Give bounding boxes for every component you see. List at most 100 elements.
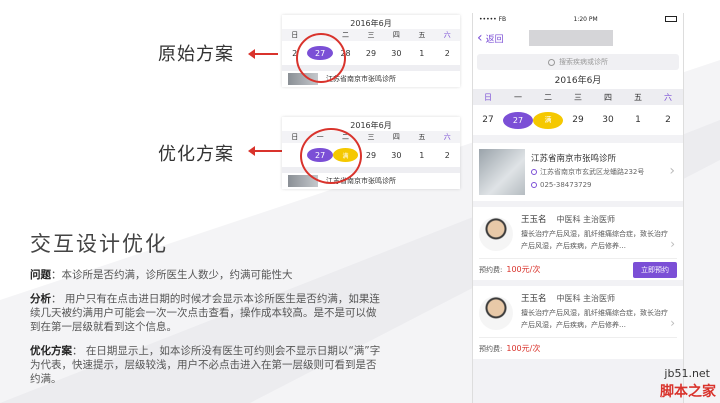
day-cell[interactable]: 1 [409, 49, 434, 58]
clinic-name: 江苏省南京市张鸣诊所 [531, 153, 617, 164]
chevron-left-icon: ‹ [477, 30, 483, 46]
original-arrow [248, 49, 278, 59]
day-cell[interactable]: 29 [358, 151, 383, 160]
phone-mockup: ••••• FB 1:20 PM ‹ 返回 搜索疾病或诊所 2016年6月 日 … [472, 13, 684, 403]
doctor-name-row: 王玉名 中医科 主治医师 [521, 213, 671, 225]
fee-value: 100元/次 [506, 265, 541, 274]
day-cell[interactable]: 30 [384, 151, 409, 160]
watermark: jb51.net 脚本之家 [660, 367, 716, 401]
weekday: 三 [574, 92, 582, 102]
solution-text: ： 在日期显示上，如本诊所没有医生可约则会不显示日期以“满”字为代表，快速提示，… [30, 345, 381, 385]
weekday: 日 [484, 92, 492, 102]
doctor-name-row: 王玉名 中医科 主治医师 [521, 292, 671, 304]
weekday: 三 [367, 133, 375, 141]
phone-icon [531, 181, 537, 188]
mini-month-title: 2016年6月 [350, 19, 392, 28]
doctor-avatar [479, 217, 513, 251]
highlight-ring-optimized [300, 128, 362, 184]
day-cell[interactable]: 29 [563, 115, 593, 125]
back-label: 返回 [485, 34, 504, 45]
clinic-photo [479, 149, 525, 195]
fee-label: 预约费: [479, 345, 503, 353]
doctor-dept: 中医科 主治医师 [556, 215, 616, 224]
weekday: 一 [514, 92, 522, 102]
day-cell[interactable]: 30 [384, 49, 409, 58]
status-bar: ••••• FB 1:20 PM [473, 13, 683, 25]
status-time: 1:20 PM [573, 15, 598, 23]
analysis-paragraph: 分析： 用户只有在点击进日期的时候才会显示本诊所医生是否约满，如果连续几天被约满… [30, 292, 385, 334]
chevron-right-icon: › [670, 316, 675, 330]
day-cell[interactable]: 1 [623, 115, 653, 125]
calendar-month-title: 2016年6月 [473, 73, 683, 89]
search-icon [548, 58, 555, 66]
doctor-card[interactable]: 王玉名 中医科 主治医师 擅长治疗产后风湿，肌纤维痛综合症，致长治疗产后风湿，产后… [473, 207, 683, 280]
problem-text: ：本诊所是否约满，诊所医生人数少，约满可能性大 [51, 269, 293, 281]
problem-label: 问题 [30, 269, 51, 281]
weekday: 三 [367, 31, 375, 39]
title-placeholder [529, 30, 613, 46]
nav-bar: ‹ 返回 [473, 25, 683, 51]
weekday: 五 [418, 133, 426, 141]
location-icon [531, 168, 537, 175]
day-cell[interactable]: 满 [533, 111, 563, 129]
clinic-card[interactable]: 江苏省南京市张鸣诊所 江苏省南京市玄武区龙蟠路232号 025-38473729… [473, 143, 683, 201]
search-placeholder: 搜索疾病或诊所 [559, 58, 608, 66]
weekday: 六 [443, 133, 451, 141]
book-button[interactable]: 立即预约 [633, 261, 677, 278]
analysis-text: ： 用户只有在点击进日期的时候才会显示本诊所医生是否约满，如果连续几天被约满用户… [30, 293, 380, 333]
day-cell[interactable]: 1 [409, 151, 434, 160]
weekday: 五 [418, 31, 426, 39]
full-badge: 满 [533, 111, 563, 129]
back-button[interactable]: ‹ 返回 [477, 31, 504, 45]
optimized-scheme-label: 优化方案 [158, 144, 234, 165]
weekday: 六 [443, 31, 451, 39]
clinic-phone-row: 025-38473729 [531, 179, 644, 192]
calendar-days-row: 27 27 满 29 30 1 2 [473, 105, 683, 135]
day-cell[interactable]: 27 [503, 111, 533, 129]
doctor-avatar [479, 296, 513, 330]
search-input[interactable]: 搜索疾病或诊所 [477, 54, 679, 70]
problem-paragraph: 问题：本诊所是否约满，诊所医生人数少，约满可能性大 [30, 268, 385, 282]
doctor-name: 王玉名 [521, 215, 547, 225]
weekday: 四 [392, 31, 400, 39]
weekday: 六 [664, 92, 672, 102]
day-cell[interactable]: 30 [593, 115, 623, 125]
chevron-right-icon: › [670, 237, 675, 251]
day-cell[interactable]: 2 [653, 115, 683, 125]
doctor-dept: 中医科 主治医师 [556, 294, 616, 303]
doctor-footer: 预约费: 100元/次 [479, 337, 677, 359]
watermark-url: jb51.net [664, 367, 710, 380]
solution-label: 优化方案 [30, 345, 72, 357]
doctor-footer: 预约费: 100元/次 立即预约 [479, 258, 677, 280]
highlight-ring-original [296, 33, 346, 83]
day-cell[interactable]: 27 [473, 115, 503, 125]
weekday: 四 [604, 92, 612, 102]
mini-month-title: 2016年6月 [350, 121, 392, 130]
doctor-name: 王玉名 [521, 294, 547, 304]
chevron-right-icon: › [669, 163, 675, 179]
weekday: 五 [634, 92, 642, 102]
weekday: 二 [544, 92, 552, 102]
doctor-specialty: 擅长治疗产后风湿，肌纤维痛综合症，致长治疗产后风湿，产后疾病，产后修养… [521, 309, 668, 329]
battery-icon [664, 16, 677, 22]
fee-value: 100元/次 [506, 344, 541, 353]
doctor-specialty: 擅长治疗产后风湿，肌纤维痛综合症，致长治疗产后风湿，产后疾病，产后修养… [521, 230, 668, 250]
fee-row: 预约费: 100元/次 [479, 343, 540, 354]
day-cell[interactable]: 2 [435, 151, 460, 160]
analysis-label: 分析 [30, 293, 51, 305]
selected-day[interactable]: 27 [503, 111, 533, 129]
carrier-signal: ••••• FB [479, 15, 507, 23]
clinic-address-row: 江苏省南京市玄武区龙蟠路232号 [531, 166, 644, 179]
fee-label: 预约费: [479, 266, 503, 274]
original-scheme-label: 原始方案 [158, 44, 234, 65]
doctor-card[interactable]: 王玉名 中医科 主治医师 擅长治疗产后风湿，肌纤维痛综合症，致长治疗产后风湿，产后… [473, 286, 683, 359]
clinic-address: 江苏省南京市玄武区龙蟠路232号 [540, 167, 645, 176]
day-cell[interactable]: 29 [358, 49, 383, 58]
solution-paragraph: 优化方案： 在日期显示上，如本诊所没有医生可约则会不显示日期以“满”字为代表，快… [30, 344, 385, 386]
day-cell[interactable]: 2 [435, 49, 460, 58]
clinic-info: 江苏省南京市张鸣诊所 江苏省南京市玄武区龙蟠路232号 025-38473729 [531, 153, 644, 192]
fee-row: 预约费: 100元/次 [479, 264, 540, 275]
weekday: 四 [392, 133, 400, 141]
search-bar: 搜索疾病或诊所 [473, 51, 683, 73]
headline: 交互设计优化 [30, 232, 168, 256]
